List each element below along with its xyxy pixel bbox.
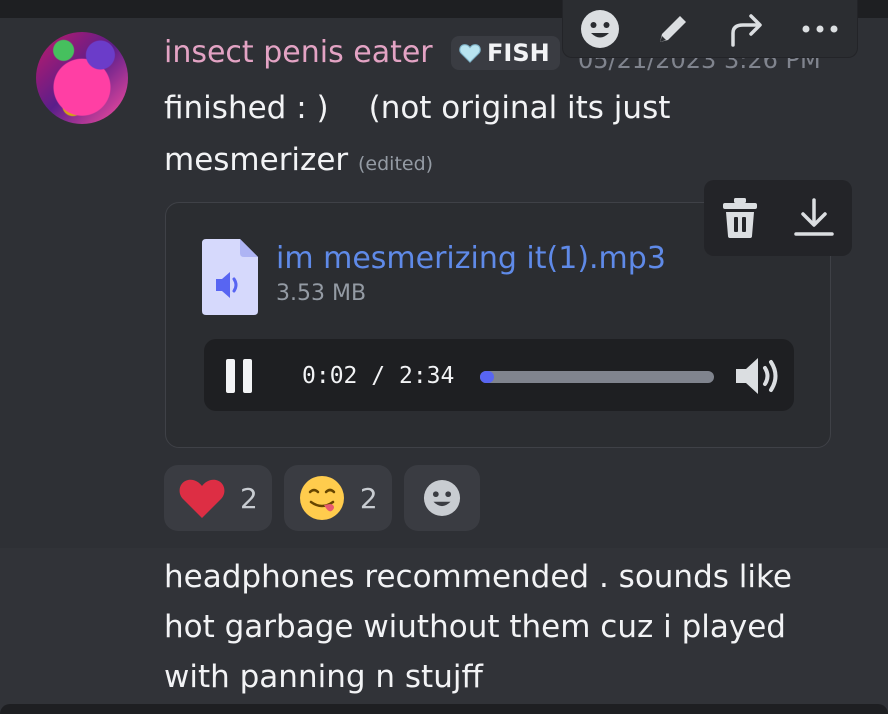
role-tag-label: FISH xyxy=(487,39,550,67)
next-message-content: headphones recommended . sounds like hot… xyxy=(164,559,792,695)
current-time: 0:02 xyxy=(302,363,358,389)
chat-input-edge xyxy=(0,704,888,714)
add-emoji-icon xyxy=(423,479,460,517)
progress-fill xyxy=(480,371,495,383)
time-separator: / xyxy=(371,363,386,389)
add-reaction-pill[interactable] xyxy=(403,465,480,531)
edit-icon xyxy=(660,15,687,42)
red-heart-icon xyxy=(179,479,225,518)
progress-slider[interactable] xyxy=(480,371,714,383)
role-tag[interactable]: FISH xyxy=(451,36,560,70)
audio-player: 0:02 / 2:34 xyxy=(204,339,794,411)
message-content: finished : ) (not original its just mesme… xyxy=(164,82,764,190)
file-size: 3.53 MB xyxy=(276,281,367,306)
reaction-heart[interactable]: 2 xyxy=(164,465,272,531)
username[interactable]: insect penis eater xyxy=(164,33,433,73)
total-duration: 2:34 xyxy=(398,363,455,389)
reactions-bar: 2 2 xyxy=(164,465,480,531)
emoji-icon xyxy=(580,9,619,48)
user-avatar[interactable] xyxy=(36,32,128,124)
message-toolbar xyxy=(562,0,858,58)
playback-time: 0:02 / 2:34 xyxy=(302,359,454,393)
heart-icon xyxy=(459,44,481,63)
delete-icon[interactable] xyxy=(722,198,757,238)
more-button[interactable] xyxy=(798,7,842,51)
download-icon[interactable] xyxy=(793,198,834,238)
reaction-count: 2 xyxy=(240,481,258,515)
edit-button[interactable] xyxy=(651,7,695,51)
yum-face-icon xyxy=(299,476,344,520)
forward-icon xyxy=(731,13,762,47)
add-reaction-button[interactable] xyxy=(578,7,622,51)
reaction-yum[interactable]: 2 xyxy=(283,465,392,531)
audio-file-icon xyxy=(202,239,258,315)
more-icon xyxy=(802,25,838,32)
edited-label: (edited) xyxy=(358,153,434,175)
reaction-count: 2 xyxy=(359,481,378,515)
message-text-part1: finished : ) xyxy=(164,90,329,126)
pause-icon[interactable] xyxy=(222,359,256,393)
file-name-link[interactable]: im mesmerizing it(1).mp3 xyxy=(276,239,666,279)
attachment-actions xyxy=(704,180,852,256)
forward-button[interactable] xyxy=(725,7,769,51)
volume-icon[interactable] xyxy=(734,355,782,397)
